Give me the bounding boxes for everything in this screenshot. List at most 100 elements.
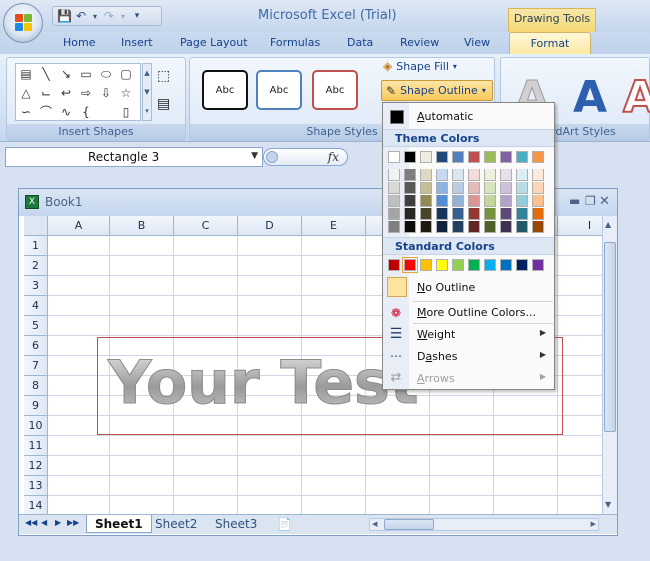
theme-shade-swatch[interactable] — [484, 208, 496, 220]
theme-shade-swatch[interactable] — [484, 182, 496, 194]
row-header[interactable]: 10 — [24, 416, 48, 436]
curved-connector-shape-icon[interactable]: ↩ — [58, 85, 74, 101]
standard-color-swatch[interactable] — [484, 259, 496, 271]
theme-shade-swatch[interactable] — [388, 169, 400, 181]
row-header[interactable]: 13 — [24, 476, 48, 496]
theme-shade-swatch[interactable] — [484, 169, 496, 181]
shape-style-red[interactable]: Abc — [312, 70, 358, 110]
rounded-rectangle-shape-icon[interactable]: ▢ — [118, 66, 134, 82]
theme-shade-swatch[interactable] — [388, 221, 400, 233]
row-header[interactable]: 3 — [24, 276, 48, 296]
scroll-left-icon[interactable]: ◀ — [372, 520, 377, 528]
automatic-color-item[interactable]: Automatic — [383, 106, 554, 128]
column-header[interactable]: C — [174, 216, 238, 236]
redo-icon[interactable]: ↷ — [102, 9, 116, 23]
theme-shade-swatch[interactable] — [436, 195, 448, 207]
theme-color-swatch[interactable] — [388, 151, 400, 163]
theme-shade-swatch[interactable] — [404, 221, 416, 233]
theme-shade-swatch[interactable] — [500, 221, 512, 233]
last-sheet-icon[interactable]: ▶▶ — [67, 518, 79, 527]
row-header[interactable]: 5 — [24, 316, 48, 336]
theme-shade-swatch[interactable] — [500, 169, 512, 181]
theme-color-swatch[interactable] — [516, 151, 528, 163]
theme-shade-swatch[interactable] — [532, 208, 544, 220]
undo-icon[interactable]: ↶ — [74, 9, 88, 23]
row-header[interactable]: 6 — [24, 336, 48, 356]
wordart-style-blue[interactable]: A — [573, 72, 607, 123]
theme-shade-swatch[interactable] — [404, 208, 416, 220]
wordart-text[interactable]: Your Test — [107, 344, 418, 422]
shape-style-blue[interactable]: Abc — [256, 70, 302, 110]
theme-color-swatch[interactable] — [452, 151, 464, 163]
theme-shade-swatch[interactable] — [468, 221, 480, 233]
theme-shade-swatch[interactable] — [484, 221, 496, 233]
scroll-down-icon[interactable]: ▼ — [605, 500, 611, 509]
formula-bar-resize-handle[interactable] — [266, 151, 278, 163]
triangle-shape-icon[interactable]: △ — [18, 85, 34, 101]
line-shape-icon[interactable]: ╲ — [38, 66, 54, 82]
standard-color-swatch[interactable] — [468, 259, 480, 271]
theme-shade-swatch[interactable] — [436, 182, 448, 194]
arrows-item[interactable]: ⇄ Arrows ▶ — [383, 368, 554, 390]
oval-shape-icon[interactable]: ⬭ — [98, 66, 114, 82]
sheet-tab-sheet3[interactable]: Sheet3 — [207, 515, 265, 533]
theme-shade-swatch[interactable] — [452, 208, 464, 220]
insert-function-button[interactable]: fx — [328, 150, 339, 164]
theme-shade-swatch[interactable] — [532, 182, 544, 194]
tab-review[interactable]: Review — [400, 36, 439, 49]
minimize-icon[interactable]: ▬ — [569, 194, 580, 208]
theme-shade-swatch[interactable] — [452, 169, 464, 181]
tab-view[interactable]: View — [464, 36, 490, 49]
row-header[interactable]: 4 — [24, 296, 48, 316]
row-header[interactable]: 11 — [24, 436, 48, 456]
save-icon[interactable]: 💾 — [57, 9, 72, 23]
vertical-scroll-thumb[interactable] — [604, 242, 616, 432]
theme-shade-swatch[interactable] — [500, 195, 512, 207]
theme-shade-swatch[interactable] — [468, 182, 480, 194]
shape-outline-button[interactable]: ✎ Shape Outline ▾ — [381, 80, 493, 101]
theme-shade-swatch[interactable] — [516, 169, 528, 181]
right-arrow-shape-icon[interactable]: ⇨ — [78, 85, 94, 101]
column-header[interactable]: D — [238, 216, 302, 236]
select-all-corner[interactable] — [24, 216, 48, 236]
standard-color-swatch[interactable] — [420, 259, 432, 271]
theme-color-swatch[interactable] — [484, 151, 496, 163]
column-header[interactable]: E — [302, 216, 366, 236]
theme-shade-swatch[interactable] — [404, 169, 416, 181]
theme-shade-swatch[interactable] — [452, 182, 464, 194]
scroll-right-icon[interactable]: ▶ — [591, 520, 596, 528]
column-header[interactable]: A — [48, 216, 110, 236]
theme-shade-swatch[interactable] — [468, 169, 480, 181]
theme-shade-swatch[interactable] — [388, 208, 400, 220]
callout-shape-icon[interactable]: ▯ — [118, 104, 134, 120]
theme-color-swatch[interactable] — [532, 151, 544, 163]
column-header[interactable]: B — [110, 216, 174, 236]
restore-icon[interactable]: ❐ — [585, 194, 596, 208]
chevron-down-icon[interactable]: ▼ — [251, 151, 258, 161]
row-header[interactable]: 12 — [24, 456, 48, 476]
first-sheet-icon[interactable]: ◀◀ — [25, 518, 37, 527]
theme-shade-swatch[interactable] — [532, 169, 544, 181]
wordart-style-red-outline[interactable]: A — [622, 71, 650, 124]
theme-color-swatch[interactable] — [468, 151, 480, 163]
theme-shade-swatch[interactable] — [388, 195, 400, 207]
theme-shade-swatch[interactable] — [420, 208, 432, 220]
elbow-connector-shape-icon[interactable]: ⌙ — [38, 85, 54, 101]
theme-shade-swatch[interactable] — [468, 195, 480, 207]
row-header[interactable]: 7 — [24, 356, 48, 376]
next-sheet-icon[interactable]: ▶ — [55, 518, 61, 527]
undo-dropdown-icon[interactable]: ▾ — [91, 12, 99, 21]
brace-shape-icon[interactable]: { — [78, 104, 94, 120]
standard-color-swatch[interactable] — [436, 259, 448, 271]
standard-color-swatch[interactable] — [388, 259, 400, 271]
row-header[interactable]: 1 — [24, 236, 48, 256]
theme-shade-swatch[interactable] — [420, 195, 432, 207]
theme-shade-swatch[interactable] — [388, 182, 400, 194]
theme-color-swatch[interactable] — [500, 151, 512, 163]
theme-shade-swatch[interactable] — [484, 195, 496, 207]
theme-color-swatch[interactable] — [404, 151, 416, 163]
theme-color-swatch[interactable] — [420, 151, 432, 163]
theme-shade-swatch[interactable] — [516, 195, 528, 207]
arc-shape-icon[interactable]: ⌒ — [38, 104, 54, 120]
freeform-shape-icon[interactable]: ∽ — [18, 104, 34, 120]
